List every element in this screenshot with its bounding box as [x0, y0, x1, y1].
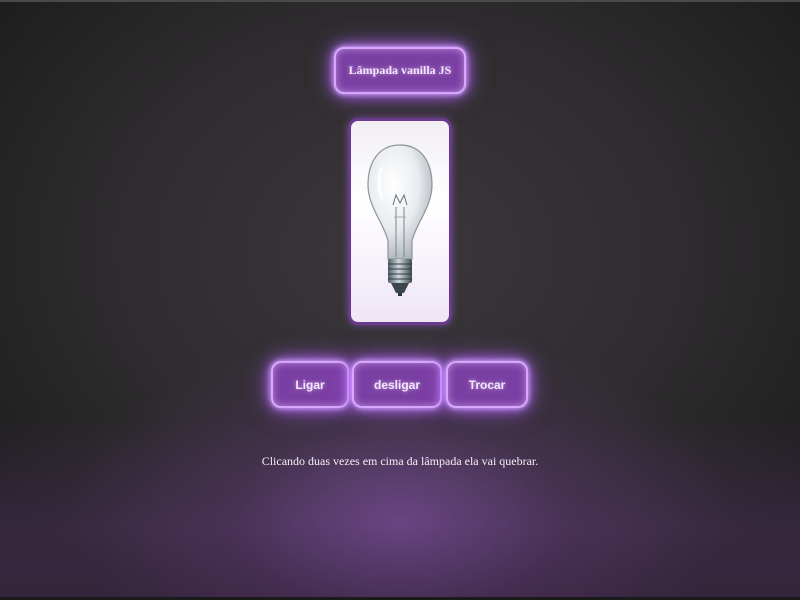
swap-button[interactable]: Trocar	[446, 361, 528, 408]
hint-caption: Clicando duas vezes em cima da lâmpada e…	[261, 454, 539, 468]
title-label: Lâmpada vanilla JS	[348, 63, 452, 77]
lamp-card[interactable]	[348, 118, 452, 325]
lightbulb-icon	[367, 143, 433, 296]
turn-on-button[interactable]: Ligar	[271, 361, 349, 408]
turn-off-label: desligar	[373, 377, 421, 392]
turn-on-label: Ligar	[295, 377, 325, 392]
swap-label: Trocar	[468, 377, 506, 392]
title-button[interactable]: Lâmpada vanilla JS	[334, 47, 466, 94]
turn-off-button[interactable]: desligar	[352, 361, 442, 408]
floor-glow	[0, 420, 800, 600]
top-edge	[0, 0, 800, 2]
